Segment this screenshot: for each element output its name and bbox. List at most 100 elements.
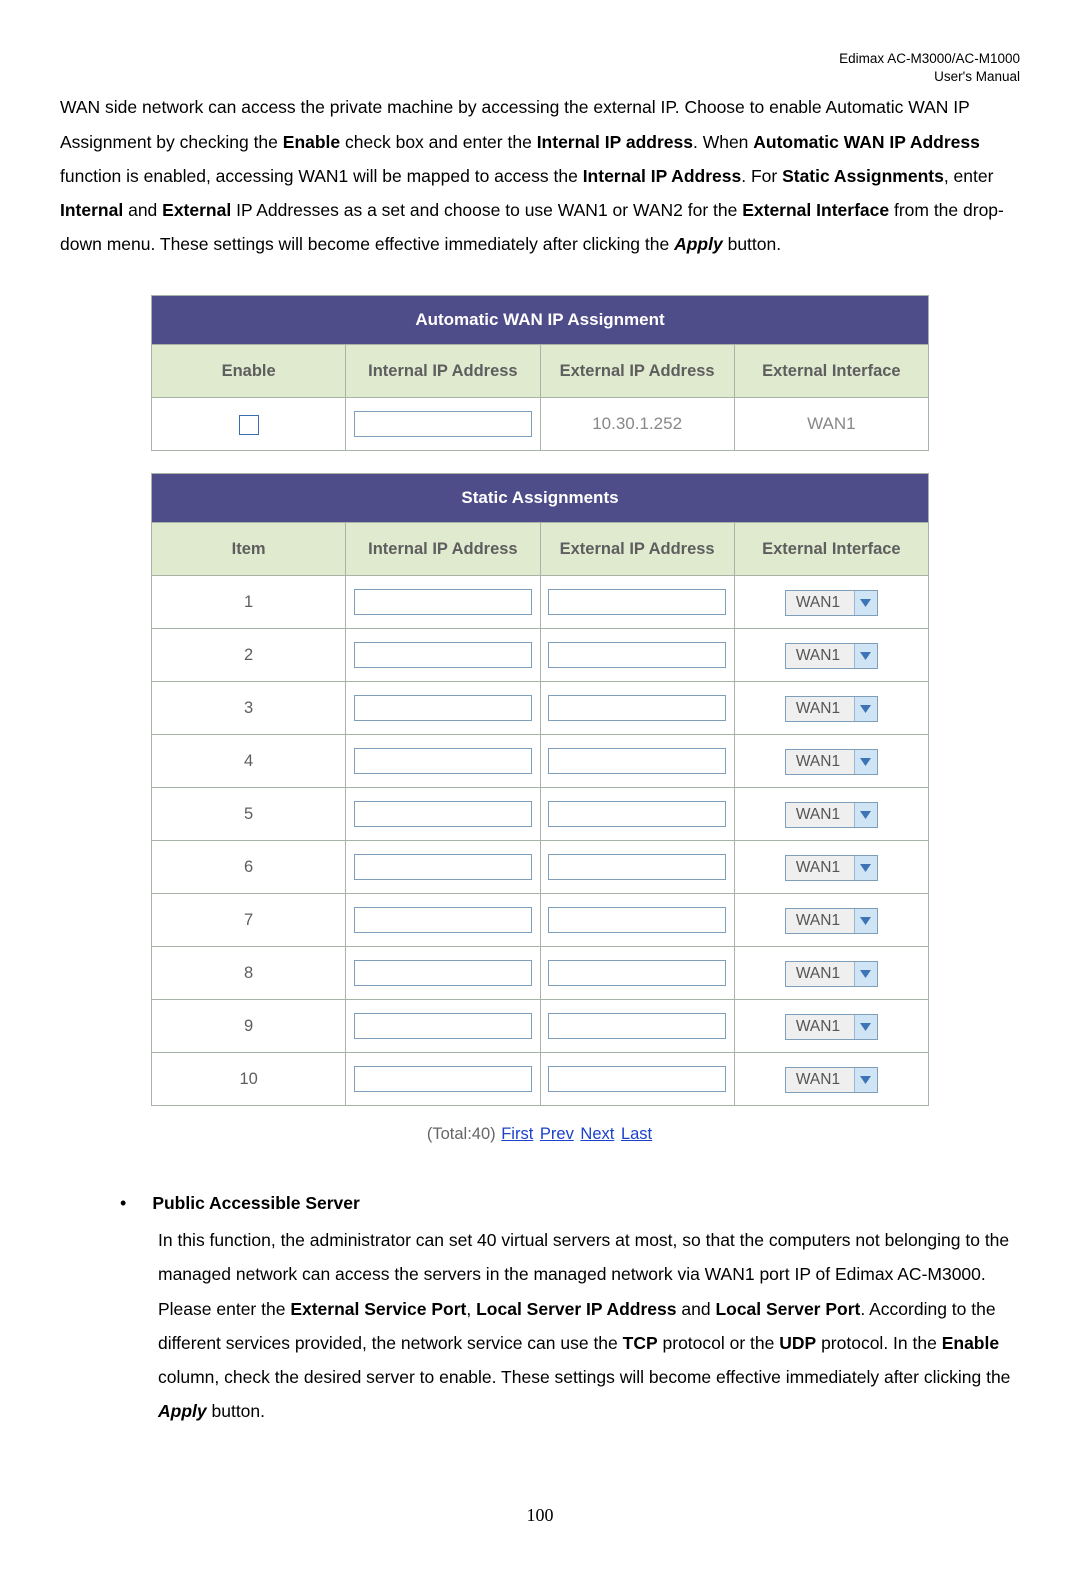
intro-paragraph: WAN side network can access the private …: [60, 90, 1020, 261]
static-internal-ip-cell: [346, 947, 540, 1000]
th-internal-ip: Internal IP Address: [346, 345, 540, 398]
th-internal-ip: Internal IP Address: [346, 523, 540, 576]
external-interface-value: WAN1: [786, 856, 854, 880]
section-public-accessible-server-body: In this function, the administrator can …: [158, 1223, 1020, 1428]
static-internal-ip-input[interactable]: [354, 1066, 532, 1092]
static-item-number: 1: [152, 576, 346, 629]
static-item-number: 8: [152, 947, 346, 1000]
static-external-ip-cell: [540, 1000, 734, 1053]
external-interface-select[interactable]: WAN1: [785, 908, 878, 934]
external-interface-select[interactable]: WAN1: [785, 855, 878, 881]
external-interface-select[interactable]: WAN1: [785, 1014, 878, 1040]
static-internal-ip-input[interactable]: [354, 589, 532, 615]
static-internal-ip-cell: [346, 788, 540, 841]
static-internal-ip-cell: [346, 894, 540, 947]
external-interface-value: WAN1: [786, 909, 854, 933]
static-internal-ip-input[interactable]: [354, 642, 532, 668]
th-enable: Enable: [152, 345, 346, 398]
auto-wan-ip-table: Automatic WAN IP Assignment Enable Inter…: [151, 295, 929, 451]
doc-header-line1: Edimax AC-M3000/AC-M1000: [60, 50, 1020, 68]
static-external-ip-input[interactable]: [548, 801, 726, 827]
page-number: 100: [60, 1498, 1020, 1533]
static-external-ip-cell: [540, 841, 734, 894]
external-interface-value: WAN1: [786, 697, 854, 721]
static-external-interface-cell: WAN1: [734, 1000, 928, 1053]
auto-external-ip-value: 10.30.1.252: [540, 398, 734, 451]
static-assignments-title: Static Assignments: [152, 474, 929, 523]
static-external-interface-cell: WAN1: [734, 735, 928, 788]
static-external-ip-cell: [540, 1053, 734, 1106]
static-item-number: 3: [152, 682, 346, 735]
auto-enable-cell: [152, 398, 346, 451]
pager-next-link[interactable]: Next: [580, 1125, 614, 1143]
pager-last-link[interactable]: Last: [621, 1125, 652, 1143]
pager-first-link[interactable]: First: [501, 1125, 533, 1143]
doc-header-line2: User's Manual: [60, 68, 1020, 86]
static-external-interface-cell: WAN1: [734, 629, 928, 682]
chevron-down-icon: [854, 1068, 877, 1092]
auto-enable-checkbox[interactable]: [239, 415, 259, 435]
external-interface-select[interactable]: WAN1: [785, 590, 878, 616]
chevron-down-icon: [854, 962, 877, 986]
static-external-ip-input[interactable]: [548, 1013, 726, 1039]
th-external-ip: External IP Address: [540, 523, 734, 576]
static-external-interface-cell: WAN1: [734, 576, 928, 629]
external-interface-value: WAN1: [786, 962, 854, 986]
external-interface-value: WAN1: [786, 644, 854, 668]
chevron-down-icon: [854, 644, 877, 668]
static-internal-ip-input[interactable]: [354, 960, 532, 986]
static-external-ip-cell: [540, 735, 734, 788]
static-internal-ip-input[interactable]: [354, 854, 532, 880]
static-external-ip-input[interactable]: [548, 854, 726, 880]
bullet-dot: •: [120, 1186, 126, 1221]
static-external-ip-input[interactable]: [548, 960, 726, 986]
static-external-ip-input[interactable]: [548, 695, 726, 721]
static-external-ip-input[interactable]: [548, 642, 726, 668]
auto-internal-ip-cell: [346, 398, 540, 451]
static-external-ip-input[interactable]: [548, 589, 726, 615]
static-internal-ip-cell: [346, 682, 540, 735]
chevron-down-icon: [854, 803, 877, 827]
static-external-interface-cell: WAN1: [734, 1053, 928, 1106]
static-external-interface-cell: WAN1: [734, 682, 928, 735]
static-internal-ip-cell: [346, 1053, 540, 1106]
pager-prev-link[interactable]: Prev: [540, 1125, 574, 1143]
static-external-ip-cell: [540, 682, 734, 735]
static-internal-ip-input[interactable]: [354, 801, 532, 827]
static-internal-ip-input[interactable]: [354, 695, 532, 721]
auto-wan-ip-title: Automatic WAN IP Assignment: [152, 296, 929, 345]
static-internal-ip-input[interactable]: [354, 1013, 532, 1039]
static-external-interface-cell: WAN1: [734, 894, 928, 947]
external-interface-value: WAN1: [786, 591, 854, 615]
external-interface-select[interactable]: WAN1: [785, 961, 878, 987]
static-external-ip-cell: [540, 947, 734, 1000]
static-internal-ip-cell: [346, 1000, 540, 1053]
external-interface-select[interactable]: WAN1: [785, 1067, 878, 1093]
static-item-number: 2: [152, 629, 346, 682]
static-external-interface-cell: WAN1: [734, 788, 928, 841]
static-internal-ip-cell: [346, 629, 540, 682]
external-interface-value: WAN1: [786, 1015, 854, 1039]
th-external-interface: External Interface: [734, 523, 928, 576]
static-internal-ip-input[interactable]: [354, 748, 532, 774]
static-external-ip-input[interactable]: [548, 748, 726, 774]
static-external-ip-input[interactable]: [548, 907, 726, 933]
static-internal-ip-input[interactable]: [354, 907, 532, 933]
section-public-accessible-server-title: Public Accessible Server: [152, 1186, 360, 1220]
auto-internal-ip-input[interactable]: [354, 411, 532, 437]
th-external-ip: External IP Address: [540, 345, 734, 398]
external-interface-select[interactable]: WAN1: [785, 749, 878, 775]
auto-external-interface-value: WAN1: [734, 398, 928, 451]
external-interface-select[interactable]: WAN1: [785, 696, 878, 722]
external-interface-select[interactable]: WAN1: [785, 802, 878, 828]
static-external-ip-input[interactable]: [548, 1066, 726, 1092]
static-internal-ip-cell: [346, 735, 540, 788]
static-item-number: 10: [152, 1053, 346, 1106]
static-external-ip-cell: [540, 788, 734, 841]
static-item-number: 9: [152, 1000, 346, 1053]
th-external-interface: External Interface: [734, 345, 928, 398]
static-external-interface-cell: WAN1: [734, 841, 928, 894]
static-item-number: 5: [152, 788, 346, 841]
external-interface-select[interactable]: WAN1: [785, 643, 878, 669]
static-item-number: 7: [152, 894, 346, 947]
